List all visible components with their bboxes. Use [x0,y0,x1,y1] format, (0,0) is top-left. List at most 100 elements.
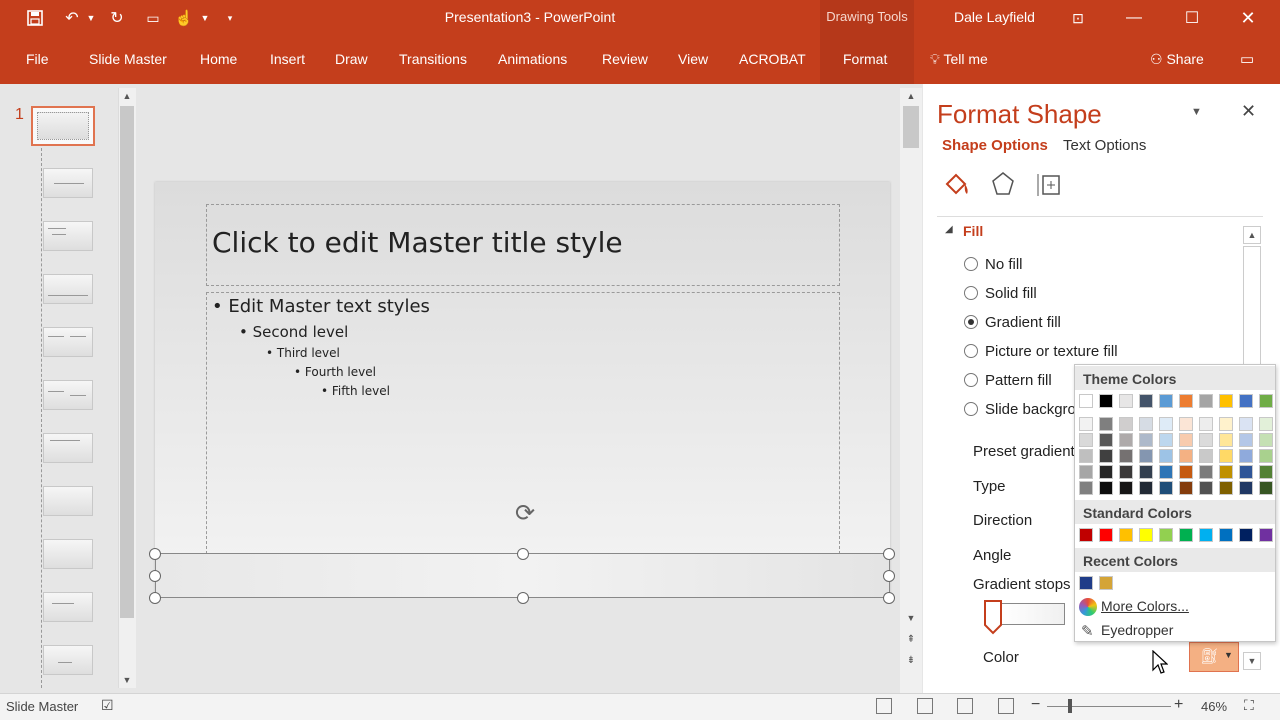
thumbnail-layout[interactable] [43,221,93,251]
pane-options-dropdown-icon[interactable]: ▼ [1191,106,1202,118]
standard-color-swatch[interactable] [1239,528,1253,542]
theme-shade-swatch[interactable] [1239,433,1253,447]
thumbnail-layout[interactable] [43,592,93,622]
tab-text-options[interactable]: Text Options [1063,137,1146,154]
slide-sorter-icon[interactable] [917,698,933,714]
theme-shade-swatch[interactable] [1159,433,1173,447]
zoom-level[interactable]: 46% [1201,699,1227,714]
theme-shade-swatch[interactable] [1199,481,1213,495]
theme-shade-swatch[interactable] [1139,433,1153,447]
theme-shade-swatch[interactable] [1199,465,1213,479]
scroll-up-icon[interactable]: ▲ [903,88,919,104]
theme-shade-swatch[interactable] [1139,481,1153,495]
theme-shade-swatch[interactable] [1139,417,1153,431]
theme-shade-swatch[interactable] [1239,417,1253,431]
pane-scroll-up-icon[interactable]: ▲ [1243,226,1261,244]
text-level-5[interactable]: • Fifth level [321,384,390,398]
thumbnail-layout[interactable] [43,645,93,675]
tab-view[interactable]: View [678,51,708,67]
theme-shade-swatch[interactable] [1179,465,1193,479]
maximize-icon[interactable]: ☐ [1164,0,1220,36]
theme-shade-swatch[interactable] [1219,465,1233,479]
recent-color-swatch[interactable] [1099,576,1113,590]
theme-color-swatch[interactable] [1239,394,1253,408]
comments-icon[interactable]: ▭ [1240,50,1254,68]
thumbnail-layout[interactable] [43,486,93,516]
tab-home[interactable]: Home [200,51,237,67]
thumbnail-layout[interactable] [43,327,93,357]
scroll-down-icon[interactable]: ▼ [119,672,135,688]
color-dropdown-icon[interactable]: ▼ [1224,650,1233,660]
tab-format[interactable]: Format [843,51,887,67]
theme-shade-swatch[interactable] [1079,481,1093,495]
rotate-handle-icon[interactable]: ⟳ [511,500,539,528]
recent-color-swatch[interactable] [1079,576,1093,590]
theme-color-swatch[interactable] [1119,394,1133,408]
theme-shade-swatch[interactable] [1179,449,1193,463]
zoom-in-icon[interactable]: + [1174,696,1183,714]
tab-transitions[interactable]: Transitions [399,51,467,67]
theme-color-swatch[interactable] [1259,394,1273,408]
scroll-up-icon[interactable]: ▲ [119,88,135,104]
canvas-scrollbar[interactable]: ▲ ▼ ⇞ ⇟ [900,88,922,693]
normal-view-icon[interactable] [876,698,892,714]
color-picker-button[interactable]: ⛽︎ ▼ [1189,642,1239,672]
thumbnail-pane[interactable]: 1 ▲ ▼ [0,84,142,720]
theme-color-swatch[interactable] [1199,394,1213,408]
theme-shade-swatch[interactable] [1199,417,1213,431]
theme-shade-swatch[interactable] [1259,433,1273,447]
resize-handle[interactable] [883,592,895,604]
zoom-out-icon[interactable]: − [1031,696,1040,714]
gradient-fill-radio[interactable] [964,315,978,329]
zoom-slider-track[interactable] [1047,706,1171,707]
slideshow-view-icon[interactable] [998,698,1014,714]
resize-handle[interactable] [149,592,161,604]
theme-shade-swatch[interactable] [1119,433,1133,447]
tab-file[interactable]: File [26,51,49,67]
theme-shade-swatch[interactable] [1079,417,1093,431]
theme-shade-swatch[interactable] [1159,481,1173,495]
standard-color-swatch[interactable] [1159,528,1173,542]
theme-shade-swatch[interactable] [1219,449,1233,463]
gradient-fill-label[interactable]: Gradient fill [985,314,1061,331]
standard-color-swatch[interactable] [1139,528,1153,542]
theme-color-swatch[interactable] [1159,394,1173,408]
solid-fill-label[interactable]: Solid fill [985,285,1037,302]
close-window-icon[interactable]: ✕ [1220,0,1276,36]
thumbnail-layout[interactable] [43,380,93,410]
resize-handle[interactable] [883,570,895,582]
tab-acrobat[interactable]: ACROBAT [739,51,806,67]
tell-me-box[interactable]: 💡︎ Tell me [930,51,988,68]
resize-handle[interactable] [149,570,161,582]
more-colors-item[interactable]: More Colors... [1101,598,1189,614]
theme-shade-swatch[interactable] [1099,465,1113,479]
theme-color-swatch[interactable] [1219,394,1233,408]
reading-view-icon[interactable] [957,698,973,714]
theme-shade-swatch[interactable] [1159,449,1173,463]
next-slide-icon[interactable]: ⇟ [903,652,919,668]
scroll-thumb[interactable] [120,106,134,618]
theme-shade-swatch[interactable] [1179,433,1193,447]
fill-section-header[interactable]: Fill [963,223,983,239]
slide-background-fill-radio[interactable] [964,402,978,416]
theme-shade-swatch[interactable] [1099,481,1113,495]
tab-animations[interactable]: Animations [498,51,567,67]
master-title-text[interactable]: Click to edit Master title style [212,226,623,259]
scroll-down-icon[interactable]: ▼ [903,610,919,626]
pattern-fill-radio[interactable] [964,373,978,387]
picture-fill-radio[interactable] [964,344,978,358]
resize-handle[interactable] [517,592,529,604]
accessibility-icon[interactable]: ☑ [101,697,114,714]
theme-shade-swatch[interactable] [1239,449,1253,463]
thumbnail-layout[interactable] [43,274,93,304]
standard-color-swatch[interactable] [1119,528,1133,542]
resize-handle[interactable] [517,548,529,560]
no-fill-radio[interactable] [964,257,978,271]
theme-shade-swatch[interactable] [1179,481,1193,495]
theme-shade-swatch[interactable] [1119,465,1133,479]
pane-scroll-down-icon[interactable]: ▼ [1243,652,1261,670]
no-fill-label[interactable]: No fill [985,256,1023,273]
theme-shade-swatch[interactable] [1099,433,1113,447]
tab-slide-master[interactable]: Slide Master [89,51,167,67]
slide-background-fill-label[interactable]: Slide backgro [985,401,1076,418]
